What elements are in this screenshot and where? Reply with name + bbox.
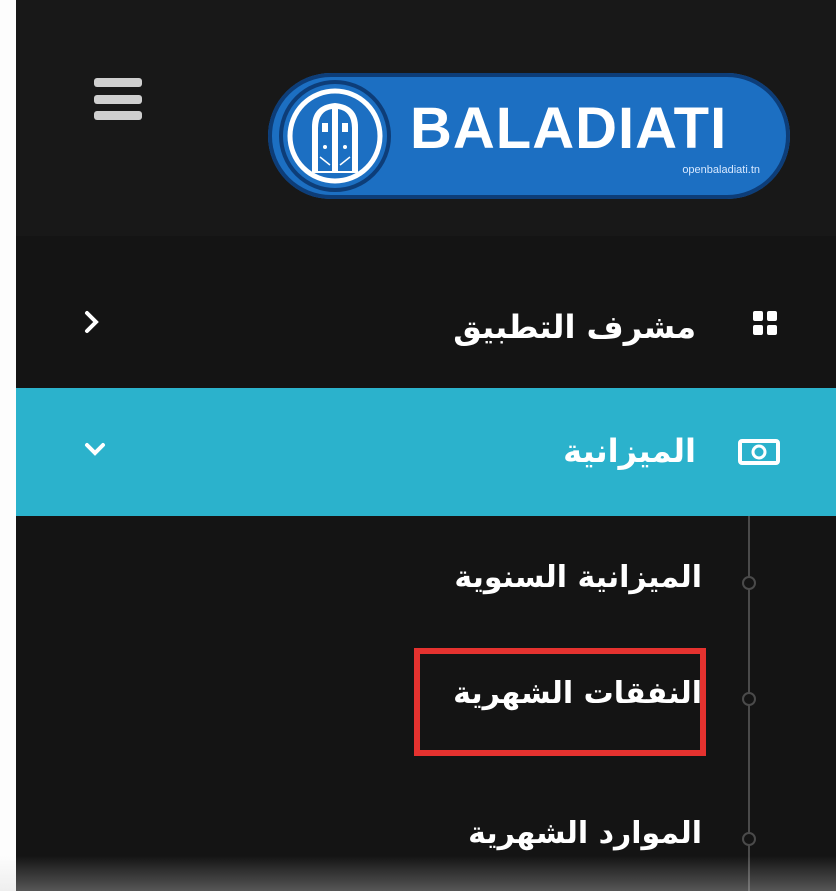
door-arch-emblem-icon — [279, 80, 391, 192]
chevron-down-icon — [85, 443, 105, 456]
grid-icon — [753, 311, 777, 335]
sidebar-item-label: الميزانية — [563, 432, 696, 470]
sidebar-item-app-admin[interactable]: مشرف التطبيق — [16, 268, 836, 386]
submenu-item-label: الميزانية السنوية — [454, 560, 702, 595]
chevron-right-icon — [85, 311, 99, 333]
submenu-item-label: النفقات الشهرية — [453, 676, 702, 711]
sidebar-item-budget[interactable]: الميزانية — [16, 388, 836, 516]
submenu-bullet-icon — [742, 832, 756, 846]
submenu-item-annual-budget[interactable]: الميزانية السنوية — [16, 532, 836, 628]
submenu-bullet-icon — [742, 692, 756, 706]
hamburger-bar-bottom — [94, 111, 142, 120]
hamburger-icon[interactable] — [94, 78, 142, 120]
submenu-bullet-icon — [742, 576, 756, 590]
logo-url-text: openbaladiati.tn — [682, 164, 760, 176]
money-bill-icon — [738, 439, 780, 465]
logo-wordmark: BALADIATI — [410, 96, 728, 161]
sidebar-item-label: مشرف التطبيق — [453, 308, 696, 346]
hamburger-bar-top — [94, 78, 142, 87]
submenu-item-label: الموارد الشهرية — [468, 816, 702, 851]
hamburger-bar-middle — [94, 94, 142, 104]
sidebar: BALADIATI openbaladiati.tn مشرف التطبيق … — [16, 0, 836, 891]
submenu-item-monthly-expenses[interactable]: النفقات الشهرية — [16, 648, 836, 744]
page-background-edge — [0, 0, 16, 891]
submenu-item-monthly-revenues[interactable]: الموارد الشهرية — [16, 788, 836, 884]
